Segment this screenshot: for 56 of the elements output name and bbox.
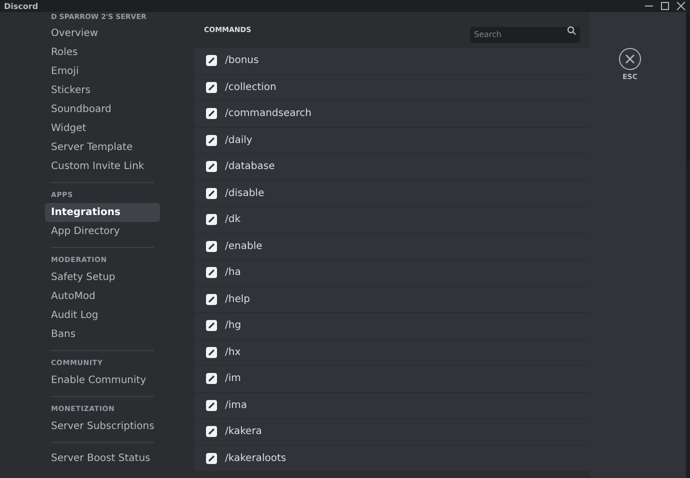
checkbox[interactable] [206,134,217,146]
command-name: /im [225,373,241,384]
sidebar-item[interactable]: Server Subscriptions [45,417,160,436]
sidebar-item[interactable]: Emoji [45,62,160,81]
command-name: /enable [225,240,262,252]
checkbox[interactable] [206,214,217,226]
command-name: /hg [225,320,242,332]
command-name: /ima [225,400,248,411]
checkbox[interactable] [206,161,217,172]
command-name: /daily [225,134,252,146]
close-icon [625,54,635,64]
command-name: /bonus [225,55,259,66]
sidebar-item[interactable]: Widget [45,119,160,138]
command-name: /ha [225,267,241,278]
command-name: /hx [225,346,241,358]
checkbox[interactable] [206,346,217,358]
sidebar-item[interactable]: Enable Community [45,371,160,390]
command-name: /commandsearch [225,108,312,120]
sidebar-item[interactable]: Server Boost Status [45,449,156,468]
command-name: /disable [225,188,264,199]
maximize-icon[interactable] [660,1,670,11]
checkbox[interactable] [206,108,217,120]
command-name: /help [225,294,250,305]
checkbox[interactable] [206,55,217,66]
command-name: /collection [225,82,276,93]
checkbox[interactable] [206,188,217,199]
command-name: /dk [225,214,241,226]
window-title: Discord [4,2,38,10]
command-name: /database [225,161,275,172]
close-button[interactable] [619,48,641,70]
command-name: /kakera [225,426,262,438]
search-field[interactable]: Search [470,26,580,42]
checkbox[interactable] [206,426,217,438]
sidebar-item[interactable]: Overview [45,24,160,43]
sidebar-item[interactable]: Integrations [45,203,160,222]
checkbox[interactable] [206,294,217,305]
sidebar-item[interactable]: Bans [45,325,160,344]
sidebar-item[interactable]: Safety Setup [45,268,160,287]
checkbox[interactable] [206,452,217,464]
checkbox[interactable] [206,267,217,278]
sidebar-item[interactable]: Audit Log [45,306,160,325]
sidebar-item[interactable]: AutoMod [45,287,160,306]
close-icon[interactable] [676,1,686,11]
sidebar-item[interactable]: Roles [45,43,160,62]
checkbox[interactable] [206,240,217,252]
sidebar-item[interactable]: Server Template [45,138,160,157]
sidebar-item[interactable]: App Directory [45,222,160,241]
search-icon [567,26,576,34]
sidebar-item[interactable]: Stickers [45,81,160,100]
sidebar-item[interactable]: Soundboard [45,100,160,119]
checkbox[interactable] [206,400,217,411]
sidebar-item[interactable]: Custom Invite Link [45,157,160,176]
checkbox[interactable] [206,82,217,93]
command-name: /kakeraloots [225,452,286,464]
checkbox[interactable] [206,320,217,332]
checkbox[interactable] [206,373,217,384]
